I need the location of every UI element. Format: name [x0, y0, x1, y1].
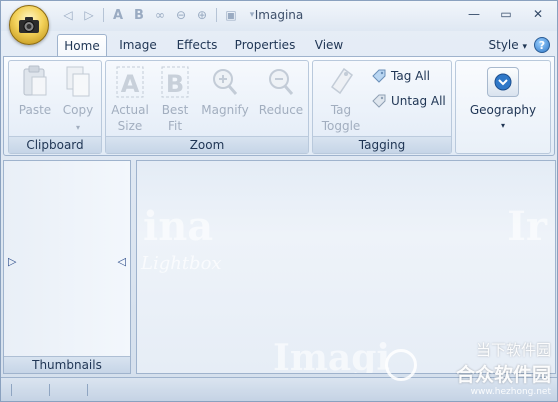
untag-small-icon	[372, 94, 386, 108]
site-watermark: 当下软件园 合众软件园 www.hezhong.net	[456, 339, 551, 397]
thumbnails-label: Thumbnails	[4, 356, 130, 373]
globe-icon	[494, 73, 512, 91]
expand-left-icon[interactable]: ▷	[8, 255, 16, 268]
site-logo-icon	[385, 349, 417, 381]
svg-text:B: B	[166, 70, 184, 98]
copy-button[interactable]: Copy ▾	[59, 65, 97, 136]
style-menu-label: Style	[488, 38, 519, 52]
chevron-down-icon: ▾	[75, 123, 80, 132]
actual-size-label-2: Size	[117, 119, 143, 133]
app-window: ◁ ▷ A B ∞ ⊖ ⊕ ▣ ▾ Imagina — ▭ ✕ Home Ima…	[0, 0, 558, 402]
untag-all-label: Untag All	[391, 94, 446, 108]
close-icon[interactable]: ✕	[523, 4, 553, 24]
best-fit-label-1: Best	[161, 103, 189, 117]
app-menu-button[interactable]	[9, 5, 49, 45]
tab-properties[interactable]: Properties	[233, 34, 297, 57]
window-controls: — ▭ ✕	[459, 4, 553, 24]
magnify-label: Magnify	[201, 103, 249, 117]
paste-icon	[23, 65, 47, 96]
tag-toggle-label-2: Toggle	[321, 119, 361, 133]
group-zoom: A Actual Size B Best Fit Magnify Reduce …	[105, 60, 309, 154]
tab-home[interactable]: Home	[57, 34, 107, 57]
help-icon[interactable]: ?	[534, 37, 550, 53]
tab-image[interactable]: Image	[115, 34, 161, 57]
tag-toggle-button[interactable]: Tag Toggle	[317, 65, 365, 134]
collapse-left-icon[interactable]: ◁	[118, 255, 126, 268]
reduce-icon	[269, 69, 294, 95]
ribbon-tabs: Home Image Effects Properties View Style…	[1, 31, 557, 57]
actual-size-button[interactable]: A Actual Size	[110, 65, 150, 134]
tag-all-label: Tag All	[391, 69, 431, 83]
untag-all-button[interactable]: Untag All	[371, 94, 446, 108]
status-separator	[87, 384, 88, 396]
best-fit-button[interactable]: B Best Fit	[156, 65, 194, 134]
group-label-tagging: Tagging	[313, 136, 451, 153]
group-tagging: Tag Toggle Tag All Untag All Tagging	[312, 60, 452, 154]
tag-toggle-label-1: Tag	[330, 103, 352, 117]
site-watermark-line1: 当下软件园	[475, 341, 551, 359]
chevron-down-icon: ▾	[500, 121, 505, 130]
ribbon-panel: Paste Copy ▾ Clipboard A Actual Size B B…	[3, 56, 555, 156]
geography-icon-box	[487, 67, 519, 97]
status-separator	[49, 384, 50, 396]
watermark-text: Imagi	[273, 337, 391, 374]
copy-icon	[66, 66, 90, 97]
chevron-down-icon: ▾	[522, 42, 527, 52]
tab-effects[interactable]: Effects	[171, 34, 223, 57]
actual-size-icon: A	[116, 66, 144, 98]
reduce-label: Reduce	[258, 103, 304, 117]
tag-icon	[330, 67, 354, 95]
group-label-clipboard: Clipboard	[9, 136, 101, 153]
actual-size-label-1: Actual	[111, 103, 149, 117]
tag-all-button[interactable]: Tag All	[371, 69, 430, 83]
magnify-button[interactable]: Magnify	[200, 65, 250, 118]
watermark-text: Ir	[507, 203, 547, 250]
geography-label: Geography	[469, 103, 537, 117]
watermark-text: ina	[143, 203, 214, 250]
status-separator	[11, 384, 12, 396]
site-watermark-line2: 合众软件园	[455, 364, 551, 386]
group-label-zoom: Zoom	[106, 136, 308, 153]
reduce-button[interactable]: Reduce	[256, 65, 306, 118]
best-fit-label-2: Fit	[167, 119, 183, 133]
best-fit-icon: B	[161, 66, 189, 98]
style-menu[interactable]: Style ▾	[489, 38, 528, 52]
site-watermark-url: www.hezhong.net	[470, 387, 551, 397]
group-clipboard: Paste Copy ▾ Clipboard	[8, 60, 102, 154]
paste-label: Paste	[18, 103, 52, 117]
magnify-icon	[213, 69, 238, 95]
minimize-icon[interactable]: —	[459, 4, 489, 24]
title-bar: ◁ ▷ A B ∞ ⊖ ⊕ ▣ ▾ Imagina — ▭ ✕	[1, 1, 557, 31]
thumbnails-panel: ▷ ◁ Thumbnails	[3, 160, 131, 374]
copy-label: Copy	[62, 103, 94, 117]
geography-button[interactable]: Geography ▾	[458, 67, 548, 131]
tag-small-icon	[372, 69, 386, 83]
tab-view[interactable]: View	[309, 34, 349, 57]
maximize-icon[interactable]: ▭	[491, 4, 521, 24]
svg-text:A: A	[121, 70, 140, 98]
group-geography: Geography ▾	[455, 60, 551, 154]
paste-button[interactable]: Paste	[17, 65, 53, 118]
watermark-text: Lightbox	[141, 253, 222, 274]
camera-icon	[19, 17, 39, 33]
